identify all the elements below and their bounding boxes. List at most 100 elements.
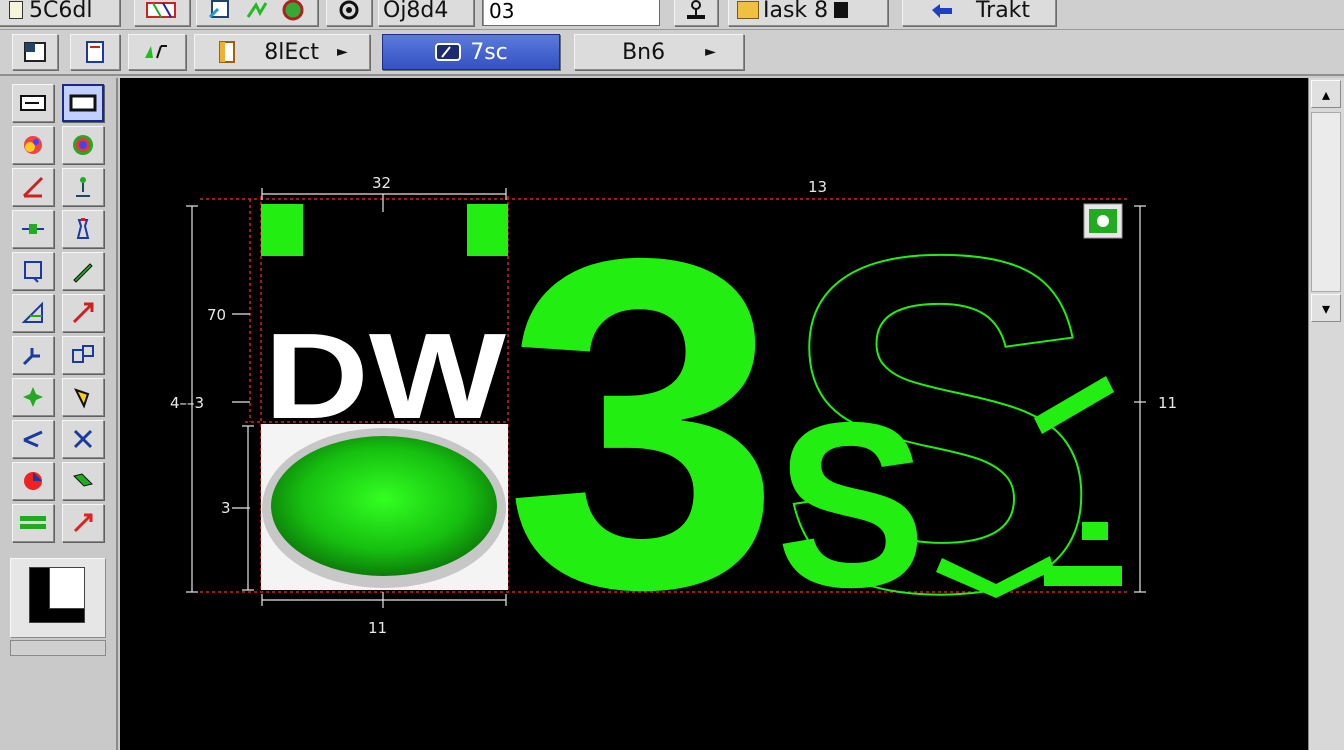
lock-icon: [834, 2, 849, 18]
color-wheel-icon: [73, 135, 93, 155]
stamp-button[interactable]: [674, 0, 718, 26]
dim-label-left-lower: 3: [221, 499, 231, 517]
page-button[interactable]: [70, 34, 120, 70]
arrow-icon: [72, 302, 94, 324]
track-button[interactable]: Trakt: [902, 0, 1056, 26]
step-tool[interactable]: [12, 336, 54, 374]
dim-label-left-mid: 4––3: [170, 394, 204, 412]
figure-tool[interactable]: [62, 168, 104, 206]
accent-bar-small: [1082, 522, 1108, 540]
mask-button[interactable]: Iask 8: [728, 0, 888, 26]
crop-tool[interactable]: [12, 252, 54, 290]
color-swatch-panel[interactable]: [10, 558, 106, 638]
green-blob: [271, 436, 497, 576]
palette-tool[interactable]: [12, 126, 54, 164]
corner-mark-right: [467, 204, 508, 256]
pen-tool[interactable]: [62, 252, 104, 290]
scroll-thumb[interactable]: [1311, 112, 1341, 292]
mask-button-label: Iask 8: [763, 0, 829, 23]
dim-label-right: 11: [1158, 394, 1177, 412]
bns-dropdown[interactable]: Bn6 ►: [574, 34, 744, 70]
fsc-tab[interactable]: 7sc: [382, 34, 560, 70]
undo-arrow-icon: [931, 4, 952, 18]
select-dropdown[interactable]: 8lEct ►: [194, 34, 370, 70]
fsc-tab-label: 7sc: [470, 39, 508, 65]
value-input[interactable]: 03: [482, 0, 660, 26]
rect-select-icon: [20, 95, 46, 111]
stamp-icon: [687, 0, 705, 19]
tools-button[interactable]: [196, 0, 318, 26]
shape-tool[interactable]: [12, 378, 54, 416]
folder-icon: [737, 1, 759, 19]
align-tool[interactable]: [12, 210, 54, 248]
edit-icon: [208, 0, 229, 19]
crop-icon: [24, 261, 42, 283]
chevron-right-icon: ►: [705, 44, 716, 60]
document-icon: [9, 1, 23, 19]
triangle-icon: [21, 301, 43, 323]
shape-icon: [435, 43, 462, 61]
globe-icon: [282, 0, 304, 21]
settings-button[interactable]: [326, 0, 372, 26]
cross-icon: [73, 429, 93, 449]
vector-icon: [23, 430, 43, 448]
rows-icon: [20, 516, 46, 529]
cross-tool[interactable]: [62, 420, 104, 458]
red-arrow-icon: [73, 513, 93, 533]
file-button[interactable]: 5C6dl: [0, 0, 120, 26]
fill-tool[interactable]: [12, 462, 54, 500]
scroll-up-button[interactable]: ▴: [1311, 80, 1341, 108]
drawing-canvas[interactable]: 32 13 70 4––3 3 11 11 DW 3 S S: [120, 78, 1308, 750]
brush-tool-button[interactable]: [128, 34, 186, 70]
align-icon: [22, 224, 44, 234]
angle-tool[interactable]: [12, 168, 54, 206]
file-button-label: 5C6dl: [29, 0, 93, 23]
triangle-tool[interactable]: [12, 294, 54, 332]
rect-select-tool[interactable]: [12, 84, 54, 122]
vertical-scrollbar[interactable]: ▴ ▾: [1308, 78, 1344, 750]
tool-palette: [0, 78, 118, 750]
grid-icon: [72, 345, 94, 363]
brush-tool[interactable]: [62, 462, 104, 500]
swatch-status-bar: [10, 640, 106, 656]
track-button-label: Trakt: [975, 0, 1031, 23]
dim-label-left-upper: 70: [207, 306, 226, 324]
angle-icon: [22, 176, 44, 198]
figure-icon: [76, 177, 90, 197]
corner-mark-left: [261, 204, 303, 256]
page-icon: [86, 41, 104, 63]
rows-tool[interactable]: [12, 504, 54, 542]
bns-dropdown-label: Bn6: [622, 39, 666, 65]
red-arrow-tool[interactable]: [62, 504, 104, 542]
select-doc-icon: [219, 41, 236, 63]
frame-button[interactable]: [134, 0, 190, 26]
rect-tool[interactable]: [62, 84, 104, 122]
brush-icon: [145, 45, 167, 59]
app-window: 5C6dl Oj8d4 03 Iask 8 Trakt 8lEct ► 7sc …: [0, 0, 1344, 750]
layer-button[interactable]: [12, 34, 58, 70]
gear-icon: [339, 0, 359, 20]
vector-tool[interactable]: [12, 420, 54, 458]
artwork-text-3: 3: [504, 161, 782, 686]
bottle-icon: [76, 218, 90, 239]
object-button-label: Oj8d4: [383, 0, 449, 23]
object-button[interactable]: Oj8d4: [378, 0, 474, 26]
grid-tool[interactable]: [62, 336, 104, 374]
scroll-down-button[interactable]: ▾: [1311, 294, 1341, 322]
pen-icon: [73, 263, 93, 283]
color-wheel-tool[interactable]: [62, 126, 104, 164]
artwork-text-s: S: [776, 373, 926, 636]
artwork-text-dw: DW: [264, 308, 507, 444]
rect-select-filled-icon: [69, 94, 97, 112]
secondary-toolbar: 8lEct ► 7sc Bn6 ►: [0, 30, 1344, 76]
lasso-icon: [74, 388, 90, 409]
main-toolbar: 5C6dl Oj8d4 03 Iask 8 Trakt: [0, 0, 1344, 30]
background-color-swatch[interactable]: [49, 567, 85, 609]
layer-icon: [24, 42, 46, 62]
chevron-down-icon: ▾: [1321, 298, 1331, 318]
bottle-tool[interactable]: [62, 210, 104, 248]
step-icon: [22, 348, 40, 366]
frame-icon: [146, 2, 176, 18]
arrow-tool[interactable]: [62, 294, 104, 332]
lasso-tool[interactable]: [62, 378, 104, 416]
